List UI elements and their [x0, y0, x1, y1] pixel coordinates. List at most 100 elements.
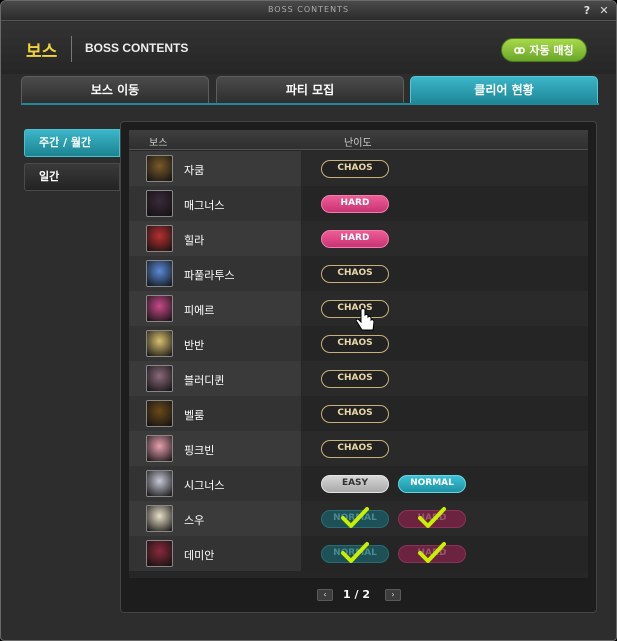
boss-name-cell: 스우: [129, 501, 301, 536]
table-row: 자쿰 CHAOS: [129, 151, 588, 186]
table-row: 매그너스 HARD: [129, 186, 588, 221]
sidebar: 주간 / 월간 일간: [24, 129, 120, 197]
boss-name-cell: 반반: [129, 326, 301, 361]
table-row: 힐라 HARD: [129, 221, 588, 256]
difficulty-badge-hard[interactable]: HARD: [321, 230, 389, 248]
help-icon[interactable]: ?: [580, 4, 594, 18]
sub-title: BOSS CONTENTS: [85, 41, 189, 55]
boss-name: 시그너스: [184, 479, 225, 492]
difficulty-cell: NORMAL HARD: [302, 501, 588, 536]
link-icon: [514, 46, 526, 54]
difficulty-label: CHAOS: [337, 443, 373, 453]
boss-portrait: [146, 540, 173, 567]
table-row: 핑크빈 CHAOS: [129, 431, 588, 466]
tab-clear-status[interactable]: 클리어 현황: [410, 76, 598, 104]
difficulty-label: CHAOS: [337, 163, 373, 173]
difficulty-label: HARD: [340, 198, 370, 208]
difficulty-badge-hard[interactable]: HARD: [321, 195, 389, 213]
page-indicator: 1 / 2: [343, 588, 370, 601]
boss-name-cell: 힐라: [129, 221, 301, 256]
boss-name: 반반: [184, 339, 205, 352]
difficulty-badge-normal[interactable]: NORMAL: [398, 475, 466, 493]
difficulty-cell: CHAOS: [302, 291, 588, 326]
boss-name: 데미안: [184, 549, 215, 562]
sidebar-item-weekly-monthly[interactable]: 주간 / 월간: [24, 129, 120, 157]
next-page-button[interactable]: ›: [385, 589, 401, 601]
check-icon: [418, 542, 446, 563]
table-row: 스우 NORMAL HARD: [129, 501, 588, 536]
difficulty-label: HARD: [340, 233, 370, 243]
tab-underline: [21, 103, 599, 105]
boss-name: 블러디퀸: [184, 374, 225, 387]
difficulty-cell: NORMAL HARD: [302, 536, 588, 571]
sidebar-item-daily[interactable]: 일간: [24, 163, 120, 191]
difficulty-badge-hard[interactable]: HARD: [398, 542, 466, 563]
title-bar[interactable]: BOSS CONTENTS ? ✕: [1, 1, 616, 21]
pagination: ‹ 1 / 2 ›: [1, 587, 616, 605]
header-divider: [71, 36, 72, 62]
boss-name: 피에르: [184, 304, 215, 317]
difficulty-cell: CHAOS: [302, 396, 588, 431]
difficulty-badge-hard[interactable]: HARD: [398, 507, 466, 528]
difficulty-badge-chaos[interactable]: CHAOS: [321, 405, 389, 423]
auto-match-label: 자동 매칭: [529, 44, 574, 57]
difficulty-cell: HARD: [302, 186, 588, 221]
boss-list: 보스 난이도 자쿰 CHAOS 매그너스 HARD 힐라 HARD 파풀라투스 CHAOS 피에…: [129, 130, 588, 578]
boss-name-cell: 블러디퀸: [129, 361, 301, 396]
boss-contents-window: BOSS CONTENTS ? ✕ 보스 BOSS CONTENTS 자동 매칭…: [0, 0, 617, 641]
difficulty-cell: EASY NORMAL: [302, 466, 588, 501]
boss-name-cell: 핑크빈: [129, 431, 301, 466]
difficulty-cell: CHAOS: [302, 361, 588, 396]
difficulty-cell: CHAOS: [302, 151, 588, 186]
boss-name: 매그너스: [184, 199, 225, 212]
boss-name: 파풀라투스: [184, 269, 235, 282]
difficulty-label: CHAOS: [337, 373, 373, 383]
boss-portrait: [146, 225, 173, 252]
boss-name-cell: 데미안: [129, 536, 301, 571]
boss-name-cell: 파풀라투스: [129, 256, 301, 291]
boss-portrait: [146, 155, 173, 182]
boss-portrait: [146, 435, 173, 462]
table-row: 시그너스 EASY NORMAL: [129, 466, 588, 501]
close-icon[interactable]: ✕: [597, 4, 611, 18]
boss-name-cell: 자쿰: [129, 151, 301, 186]
difficulty-label: EASY: [341, 478, 369, 488]
tab-bar: 보스 이동 파티 모집 클리어 현황: [21, 76, 599, 104]
boss-name: 벨룸: [184, 409, 205, 422]
difficulty-cell: HARD: [302, 221, 588, 256]
difficulty-label: CHAOS: [337, 408, 373, 418]
auto-match-button[interactable]: 자동 매칭: [501, 38, 587, 62]
difficulty-badge-normal[interactable]: NORMAL: [321, 507, 389, 528]
column-header-difficulty: 난이도: [344, 138, 372, 149]
tab-party-recruit[interactable]: 파티 모집: [216, 76, 404, 104]
boss-portrait: [146, 505, 173, 532]
boss-portrait: [146, 260, 173, 287]
difficulty-badge-chaos[interactable]: CHAOS: [321, 370, 389, 388]
header: 보스 BOSS CONTENTS 자동 매칭: [1, 22, 616, 74]
boss-name: 자쿰: [184, 164, 205, 177]
boss-portrait: [146, 470, 173, 497]
boss-portrait: [146, 330, 173, 357]
difficulty-badge-normal[interactable]: NORMAL: [321, 542, 389, 563]
table-row: 벨룸 CHAOS: [129, 396, 588, 431]
boss-name-cell: 시그너스: [129, 466, 301, 501]
difficulty-badge-easy[interactable]: EASY: [321, 475, 389, 493]
list-header: 보스 난이도: [129, 130, 588, 150]
check-icon: [418, 507, 446, 528]
difficulty-badge-chaos[interactable]: CHAOS: [321, 265, 389, 283]
boss-name: 힐라: [184, 234, 205, 247]
boss-name: 스우: [184, 514, 205, 527]
difficulty-cell: CHAOS: [302, 256, 588, 291]
tab-boss-move[interactable]: 보스 이동: [21, 76, 209, 104]
prev-page-button[interactable]: ‹: [317, 589, 333, 601]
difficulty-badge-chaos[interactable]: CHAOS: [321, 440, 389, 458]
boss-portrait: [146, 190, 173, 217]
boss-portrait: [146, 365, 173, 392]
column-header-boss: 보스: [149, 138, 168, 149]
difficulty-badge-chaos[interactable]: CHAOS: [321, 160, 389, 178]
difficulty-label: NORMAL: [410, 478, 454, 488]
table-row: 파풀라투스 CHAOS: [129, 256, 588, 291]
difficulty-label: CHAOS: [337, 338, 373, 348]
difficulty-label: CHAOS: [337, 268, 373, 278]
difficulty-cell: CHAOS: [302, 431, 588, 466]
